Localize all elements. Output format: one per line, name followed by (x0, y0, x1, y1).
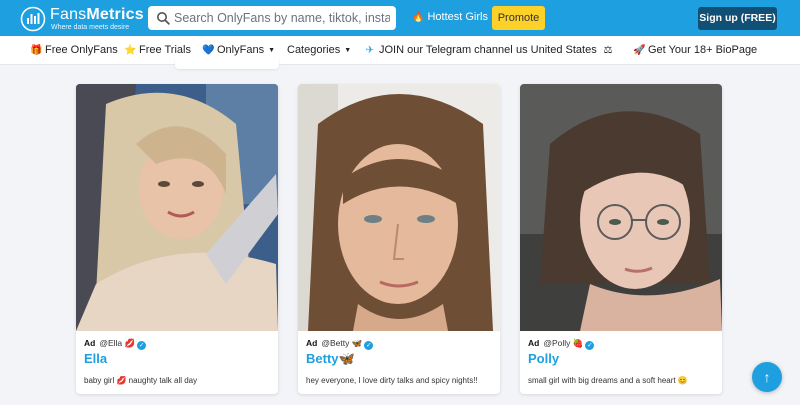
creator-bio: baby girl 💋 naughty talk all day (84, 376, 198, 385)
telegram-icon: ✈ (365, 45, 375, 56)
nav-onlyfans-dropdown[interactable]: 💙 OnlyFans ▼ (202, 44, 275, 56)
creator-photo[interactable] (520, 84, 722, 331)
creator-handle[interactable]: @Ella (99, 338, 122, 348)
star-icon: ⭐ (124, 45, 137, 56)
creator-bio: small girl with big dreams and a soft he… (528, 376, 688, 385)
nav-legal-link[interactable]: ⚖ (602, 44, 617, 56)
verified-icon: ✓ (364, 341, 374, 350)
creator-name[interactable]: Polly (528, 351, 559, 366)
nav-telegram-link[interactable]: ✈ JOIN our Telegram channel (364, 44, 513, 56)
creator-handle[interactable]: @Betty (321, 338, 349, 348)
creator-name[interactable]: Betty🦋 (306, 351, 355, 367)
nav-country-selector[interactable]: us United States (516, 44, 597, 56)
ad-label: Ad (528, 338, 540, 348)
gift-icon: 🎁 (30, 45, 43, 56)
search-input[interactable] (174, 6, 390, 30)
nav-categories-dropdown[interactable]: Categories ▼ (287, 44, 351, 56)
arrow-up-icon: ↑ (763, 369, 771, 385)
creator-bio: hey everyone, I love dirty talks and spi… (306, 376, 478, 385)
promote-button[interactable]: Promote (492, 6, 545, 30)
search-box (148, 6, 396, 30)
category-nav: 🎁 Free OnlyFans ⭐ Free Trials 💙 OnlyFans ▼ C… (0, 36, 800, 65)
verified-icon: ✓ (585, 341, 595, 350)
handle-emoji: 🦋 (351, 338, 363, 348)
creator-meta: Ad @Polly 🍓 ✓ (528, 338, 595, 350)
bars-chart-icon (20, 6, 46, 32)
creator-name[interactable]: Ella (84, 351, 107, 366)
nav-biopage-link[interactable]: 🚀 Get Your 18+ BioPage (633, 44, 757, 56)
creator-photo[interactable] (76, 84, 278, 331)
previous-card-edge (175, 57, 279, 69)
rocket-icon: 🚀 (633, 45, 646, 56)
creator-card[interactable]: Ad @Polly 🍓 ✓ Polly small girl with big dr… (520, 84, 722, 394)
search-icon (157, 12, 170, 25)
fansmetrics-logo[interactable]: FansMetrics Where data meets desire (20, 5, 144, 33)
handle-emoji: 🍓 (572, 338, 584, 348)
nav-free-trials[interactable]: ⭐ Free Trials (124, 44, 191, 56)
brand-name: FansMetrics (50, 6, 144, 23)
nav-free-onlyfans[interactable]: 🎁 Free OnlyFans (30, 44, 118, 56)
handle-emoji: 💋 (124, 338, 136, 348)
fire-icon: 🔥 (412, 12, 425, 23)
creator-handle[interactable]: @Polly (543, 338, 570, 348)
creator-card[interactable]: Ad @Ella 💋 ✓ Ella baby girl 💋 naughty talk… (76, 84, 278, 394)
signup-button[interactable]: Sign up (FREE) (698, 7, 777, 30)
scroll-to-top-button[interactable]: ↑ (752, 362, 782, 392)
creator-card[interactable]: Ad @Betty 🦋 ✓ Betty🦋 hey everyone, I love … (298, 84, 500, 394)
ad-label: Ad (306, 338, 318, 348)
brand-tagline: Where data meets desire (51, 24, 130, 31)
creator-meta: Ad @Betty 🦋 ✓ (306, 338, 374, 350)
scales-icon: ⚖ (603, 45, 613, 56)
hottest-girls-link[interactable]: 🔥 Hottest Girls (412, 11, 488, 23)
creator-meta: Ad @Ella 💋 ✓ (84, 338, 147, 350)
ad-label: Ad (84, 338, 96, 348)
chevron-down-icon: ▼ (344, 47, 352, 54)
top-header: FansMetrics Where data meets desire 🔥Hot… (0, 0, 800, 36)
chevron-down-icon: ▼ (268, 47, 276, 54)
heart-icon: 💙 (202, 45, 215, 56)
hottest-girls-label: Hottest Girls (427, 11, 488, 23)
verified-icon: ✓ (137, 341, 147, 350)
creator-photo[interactable] (298, 84, 500, 331)
